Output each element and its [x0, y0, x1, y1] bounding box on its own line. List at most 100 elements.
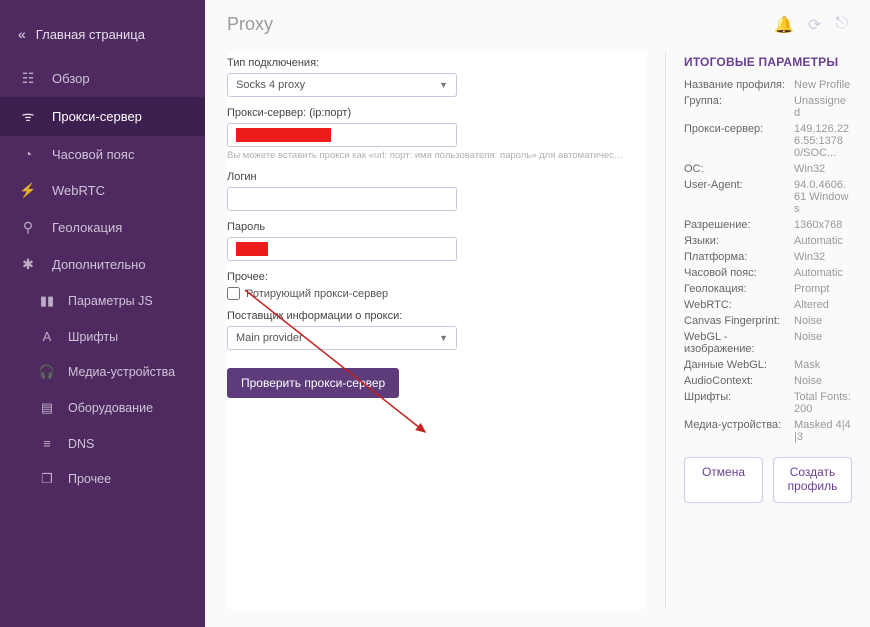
summary-key: AudioContext:: [684, 375, 794, 387]
summary-key: User-Agent:: [684, 179, 794, 215]
nav-label: Часовой пояс: [52, 147, 134, 162]
main: Proxy 🔔 ⟳ ⎋ Тип подключения: Socks 4 pro…: [205, 0, 870, 627]
summary-key: Часовой пояс:: [684, 267, 794, 279]
nav-label: Шрифты: [68, 330, 118, 344]
nav-label: Прокси-сервер: [52, 109, 142, 124]
provider-select[interactable]: Main provider ▼: [227, 326, 457, 350]
summary-key: Шрифты:: [684, 391, 794, 415]
sidebar-item-5[interactable]: ✱Дополнительно: [0, 246, 205, 283]
summary-value: Prompt: [794, 283, 852, 295]
nav-icon: 🎧: [38, 364, 56, 380]
sidebar-item-4[interactable]: ⚲ Геолокация: [0, 209, 205, 246]
summary-row: Языки:Automatic: [684, 235, 852, 247]
caret-down-icon: ▼: [439, 333, 448, 343]
conn-type-label: Тип подключения:: [227, 57, 647, 69]
summary-value: Win32: [794, 163, 852, 175]
summary-row: ОС:Win32: [684, 163, 852, 175]
summary-value: Mask: [794, 359, 852, 371]
summary-value: Altered: [794, 299, 852, 311]
nav-label: Геолокация: [52, 220, 122, 235]
topbar: Proxy 🔔 ⟳ ⎋: [205, 0, 870, 41]
conn-type-value: Socks 4 proxy: [236, 79, 305, 91]
summary-value: Win32: [794, 251, 852, 263]
nav-label: Медиа-устройства: [68, 365, 175, 379]
summary-row: WebRTC:Altered: [684, 299, 852, 311]
summary-row: WebGL - изображение:Noise: [684, 331, 852, 355]
summary-key: Группа:: [684, 95, 794, 119]
summary-value: Noise: [794, 315, 852, 327]
sidebar-item-1[interactable]: ᯤ Прокси-сервер: [0, 97, 205, 136]
sidebar: « Главная страница ☷Обзор ᯤ Прокси-сервер ◔…: [0, 0, 205, 627]
nav-label: Дополнительно: [52, 257, 146, 272]
nav-label: Прочее: [68, 472, 111, 486]
nav-icon: ❐: [38, 471, 56, 487]
summary-key: Разрешение:: [684, 219, 794, 231]
summary-value: 1360x768: [794, 219, 852, 231]
login-label: Логин: [227, 171, 647, 183]
summary-row: Разрешение:1360x768: [684, 219, 852, 231]
summary-row: Группа:Unassigned: [684, 95, 852, 119]
nav-icon: ⚡: [18, 182, 38, 199]
nav-label: DNS: [68, 437, 94, 451]
create-profile-button[interactable]: Создать профиль: [773, 457, 852, 503]
summary-key: Платформа:: [684, 251, 794, 263]
password-input[interactable]: [227, 237, 457, 261]
provider-label: Поставщик информации о прокси:: [227, 310, 647, 322]
summary-row: User-Agent:94.0.4606.61 Windows: [684, 179, 852, 215]
summary-panel: ИТОГОВЫЕ ПАРАМЕТРЫ Название профиля:New …: [665, 51, 852, 609]
sidebar-subitem-0[interactable]: ▮▮Параметры JS: [0, 283, 205, 319]
proxy-input[interactable]: [227, 123, 457, 147]
nav-icon: A: [38, 329, 56, 344]
bell-icon[interactable]: 🔔: [774, 15, 794, 35]
summary-row: Название профиля:New Profile: [684, 79, 852, 91]
sidebar-item-0[interactable]: ☷Обзор: [0, 60, 205, 97]
sidebar-subitem-5[interactable]: ❐ Прочее: [0, 461, 205, 497]
summary-row: Данные WebGL:Mask: [684, 359, 852, 371]
summary-value: Automatic: [794, 267, 852, 279]
form-column: Тип подключения: Socks 4 proxy ▼ Прокси-…: [227, 51, 647, 609]
sidebar-subitem-2[interactable]: 🎧 Медиа-устройства: [0, 354, 205, 390]
summary-title: ИТОГОВЫЕ ПАРАМЕТРЫ: [684, 55, 852, 69]
rotating-checkbox[interactable]: [227, 287, 240, 300]
cancel-button[interactable]: Отмена: [684, 457, 763, 503]
sidebar-subitem-4[interactable]: ≡DNS: [0, 426, 205, 461]
summary-key: Данные WebGL:: [684, 359, 794, 371]
nav-label: WebRTC: [52, 183, 105, 198]
summary-value: Noise: [794, 331, 852, 355]
login-input[interactable]: [227, 187, 457, 211]
sidebar-item-3[interactable]: ⚡ WebRTC: [0, 172, 205, 209]
summary-value: Automatic: [794, 235, 852, 247]
summary-row: Canvas Fingerprint:Noise: [684, 315, 852, 327]
summary-row: Шрифты:Total Fonts: 200: [684, 391, 852, 415]
summary-key: Название профиля:: [684, 79, 794, 91]
sidebar-subitem-3[interactable]: ▤Оборудование: [0, 390, 205, 426]
nav-icon: ⚲: [18, 219, 38, 236]
chevron-left-icon: «: [18, 26, 22, 42]
sidebar-home-label: Главная страница: [36, 27, 145, 42]
summary-key: WebGL - изображение:: [684, 331, 794, 355]
sidebar-item-2[interactable]: ◔Часовой пояс: [0, 136, 205, 172]
nav-label: Параметры JS: [68, 294, 153, 308]
nav-icon: ᯤ: [18, 107, 38, 126]
sidebar-home[interactable]: « Главная страница: [0, 14, 205, 60]
provider-value: Main provider: [236, 332, 303, 344]
summary-key: Прокси-сервер:: [684, 123, 794, 159]
redacted-value: [236, 128, 331, 142]
summary-row: AudioContext:Noise: [684, 375, 852, 387]
summary-key: Canvas Fingerprint:: [684, 315, 794, 327]
summary-value: Masked 4|4|3: [794, 419, 852, 443]
proxy-helper: Вы можете вставить прокси как «url: порт…: [227, 150, 627, 161]
redacted-value: [236, 242, 268, 256]
other-label: Прочее:: [227, 271, 647, 283]
summary-row: Геолокация:Prompt: [684, 283, 852, 295]
caret-down-icon: ▼: [439, 80, 448, 90]
sidebar-subitem-1[interactable]: A Шрифты: [0, 319, 205, 354]
check-proxy-button[interactable]: Проверить прокси-сервер: [227, 368, 399, 398]
summary-key: Языки:: [684, 235, 794, 247]
summary-key: Геолокация:: [684, 283, 794, 295]
refresh-icon[interactable]: ⟳: [808, 15, 821, 35]
proxy-label: Прокси-сервер: (ip:порт): [227, 107, 647, 119]
conn-type-select[interactable]: Socks 4 proxy ▼: [227, 73, 457, 97]
nav-icon: ▤: [38, 400, 56, 416]
logout-icon[interactable]: ⎋: [835, 15, 848, 35]
